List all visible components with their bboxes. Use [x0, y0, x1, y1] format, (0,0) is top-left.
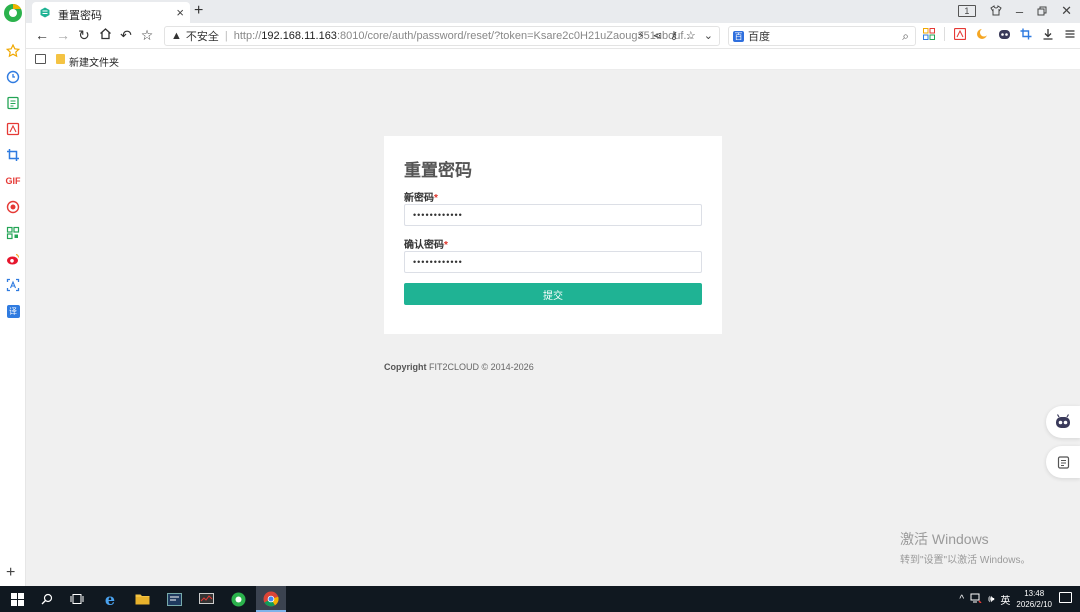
qrcode-icon[interactable] [5, 225, 21, 241]
favorite-star-icon[interactable]: ☆ [686, 29, 696, 42]
chrome-browser-icon[interactable] [263, 591, 279, 607]
apps-grid-icon[interactable] [922, 27, 936, 41]
assistant-robot-icon[interactable] [997, 27, 1011, 41]
page-content: 重置密码 新密码* •••••••••••• 确认密码* •••••••••••… [26, 70, 1080, 586]
folder-icon [56, 54, 65, 64]
notes-icon[interactable] [5, 95, 21, 111]
tab-title: 重置密码 [58, 10, 102, 22]
text-recognition-icon[interactable] [5, 277, 21, 293]
copyright-text: FIT2CLOUD © 2014-2026 [429, 362, 534, 372]
tab-counter[interactable]: 1 [957, 5, 976, 17]
menu-icon[interactable] [1063, 27, 1077, 41]
confirm-password-label: 确认密码* [404, 240, 448, 251]
warning-triangle-icon: ▲ [171, 30, 182, 42]
notification-icon[interactable] [1059, 592, 1072, 603]
gif-icon[interactable]: GIF [3, 173, 23, 189]
translate-icon[interactable]: 译 [5, 303, 21, 319]
browser-logo-icon[interactable] [3, 3, 23, 23]
reset-password-card: 重置密码 新密码* •••••••••••• 确认密码* •••••••••••… [384, 136, 722, 334]
activation-hint: 转到"设置"以激活 Windows。 [900, 555, 1031, 566]
bookmark-star-icon[interactable]: ☆ [139, 27, 155, 44]
floating-notes-button[interactable] [1046, 446, 1080, 478]
notes-float-icon [1057, 455, 1069, 469]
tray-expand-icon[interactable]: ^ [959, 594, 964, 605]
lightning-icon[interactable]: ⚡ [637, 29, 645, 42]
search-taskbar-icon[interactable] [39, 591, 55, 607]
baidu-icon: 百 [733, 30, 744, 42]
undo-close-tab-icon[interactable]: ↶ [118, 27, 134, 44]
new-password-input[interactable]: •••••••••••• [404, 204, 702, 226]
file-explorer-icon[interactable] [134, 591, 150, 607]
pdf-icon[interactable] [5, 121, 21, 137]
sidebar-toggle-icon[interactable] [35, 54, 46, 64]
screenshot-crop-icon[interactable] [1019, 27, 1033, 41]
app-terminal-icon[interactable] [166, 591, 182, 607]
copyright-label: Copyright [384, 362, 427, 372]
pdf-tool-icon[interactable] [953, 27, 967, 41]
system-tray: ^ 🕪 英 13:48 2026/2/10 [959, 586, 1052, 612]
search-icon[interactable]: ⌕ [902, 29, 909, 44]
new-tab-icon[interactable]: + [194, 2, 203, 20]
skin-shirt-icon[interactable] [990, 4, 1002, 19]
forward-arrow-icon[interactable]: → [55, 27, 71, 43]
activation-title: 激活 Windows [900, 531, 989, 547]
address-divider: | [224, 30, 228, 42]
new-password-label: 新密码* [404, 193, 438, 204]
address-bar[interactable]: ▲ 不安全 | http:// 192.168.11.163 :8010/cor… [164, 26, 720, 46]
taskbar: e ^ 🕪 英 13:48 2026/2/10 [0, 586, 1080, 612]
share-icon[interactable]: ⋖ [653, 29, 662, 42]
tab-close-icon[interactable]: × [176, 5, 184, 20]
close-window-icon[interactable]: ✕ [1061, 3, 1072, 19]
app-monitor-icon[interactable] [198, 591, 214, 607]
home-icon[interactable] [97, 27, 113, 43]
bookmarks-bar: 新建文件夹 [26, 49, 1080, 70]
back-arrow-icon[interactable]: ← [34, 27, 50, 43]
key-icon[interactable]: ⚷ [670, 29, 678, 42]
clock-time: 13:48 [1024, 589, 1045, 598]
robot-icon [1056, 414, 1070, 428]
clock[interactable]: 13:48 2026/2/10 [1016, 588, 1052, 610]
search-box[interactable]: 百 百度 ⌕ [728, 26, 916, 46]
page-title: 重置密码 [404, 161, 472, 180]
download-icon[interactable] [1041, 27, 1055, 41]
ime-indicator[interactable]: 英 [1000, 592, 1010, 607]
search-engine-label: 百度 [748, 31, 770, 43]
copyright-footer: Copyright FIT2CLOUD © 2014-2026 [384, 362, 534, 372]
tab-active[interactable]: 重置密码 × [32, 2, 190, 23]
url-host: 192.168.11.163 [261, 30, 337, 42]
navigation-toolbar: ← → ↻ ↶ ☆ ▲ 不安全 | http:// 192.168.11.163… [26, 23, 1080, 49]
floating-assistant-button[interactable] [1046, 406, 1080, 438]
submit-button[interactable]: 提交 [404, 283, 702, 305]
restore-icon[interactable] [1037, 4, 1047, 19]
minimize-icon[interactable]: – [1016, 4, 1023, 19]
ie-browser-icon[interactable]: e [102, 590, 118, 609]
security-label: 不安全 [185, 31, 219, 43]
weibo-icon[interactable] [5, 251, 21, 267]
clock-date: 2026/2/10 [1016, 600, 1052, 609]
theme-moon-icon[interactable] [975, 27, 989, 41]
add-sidebar-item-icon[interactable]: + [6, 565, 15, 581]
record-icon[interactable] [5, 199, 21, 215]
network-icon[interactable] [970, 593, 982, 606]
history-clock-icon[interactable] [5, 69, 21, 85]
url-prefix: http:// [233, 30, 262, 42]
crop-icon[interactable] [5, 147, 21, 163]
confirm-password-value: •••••••••••• [413, 257, 463, 267]
app-green-icon[interactable] [230, 591, 246, 607]
reload-icon[interactable]: ↻ [76, 27, 92, 44]
browser-sidebar: GIF 译 + [0, 0, 26, 586]
bookmark-folder[interactable]: 新建文件夹 [69, 54, 119, 69]
fit2cloud-favicon-icon [40, 7, 50, 21]
windows-start-icon[interactable] [9, 591, 25, 607]
activation-watermark: 激活 Windows 转到"设置"以激活 Windows。 [900, 529, 1030, 566]
chevron-down-icon[interactable]: ⌄ [704, 29, 713, 42]
tab-strip: 重置密码 × + 1 – ✕ [26, 0, 1080, 23]
volume-icon[interactable]: 🕪 [988, 594, 994, 605]
favorites-star-icon[interactable] [5, 43, 21, 59]
confirm-password-input[interactable]: •••••••••••• [404, 251, 702, 273]
task-view-icon[interactable] [69, 591, 85, 607]
new-password-value: •••••••••••• [413, 210, 463, 220]
